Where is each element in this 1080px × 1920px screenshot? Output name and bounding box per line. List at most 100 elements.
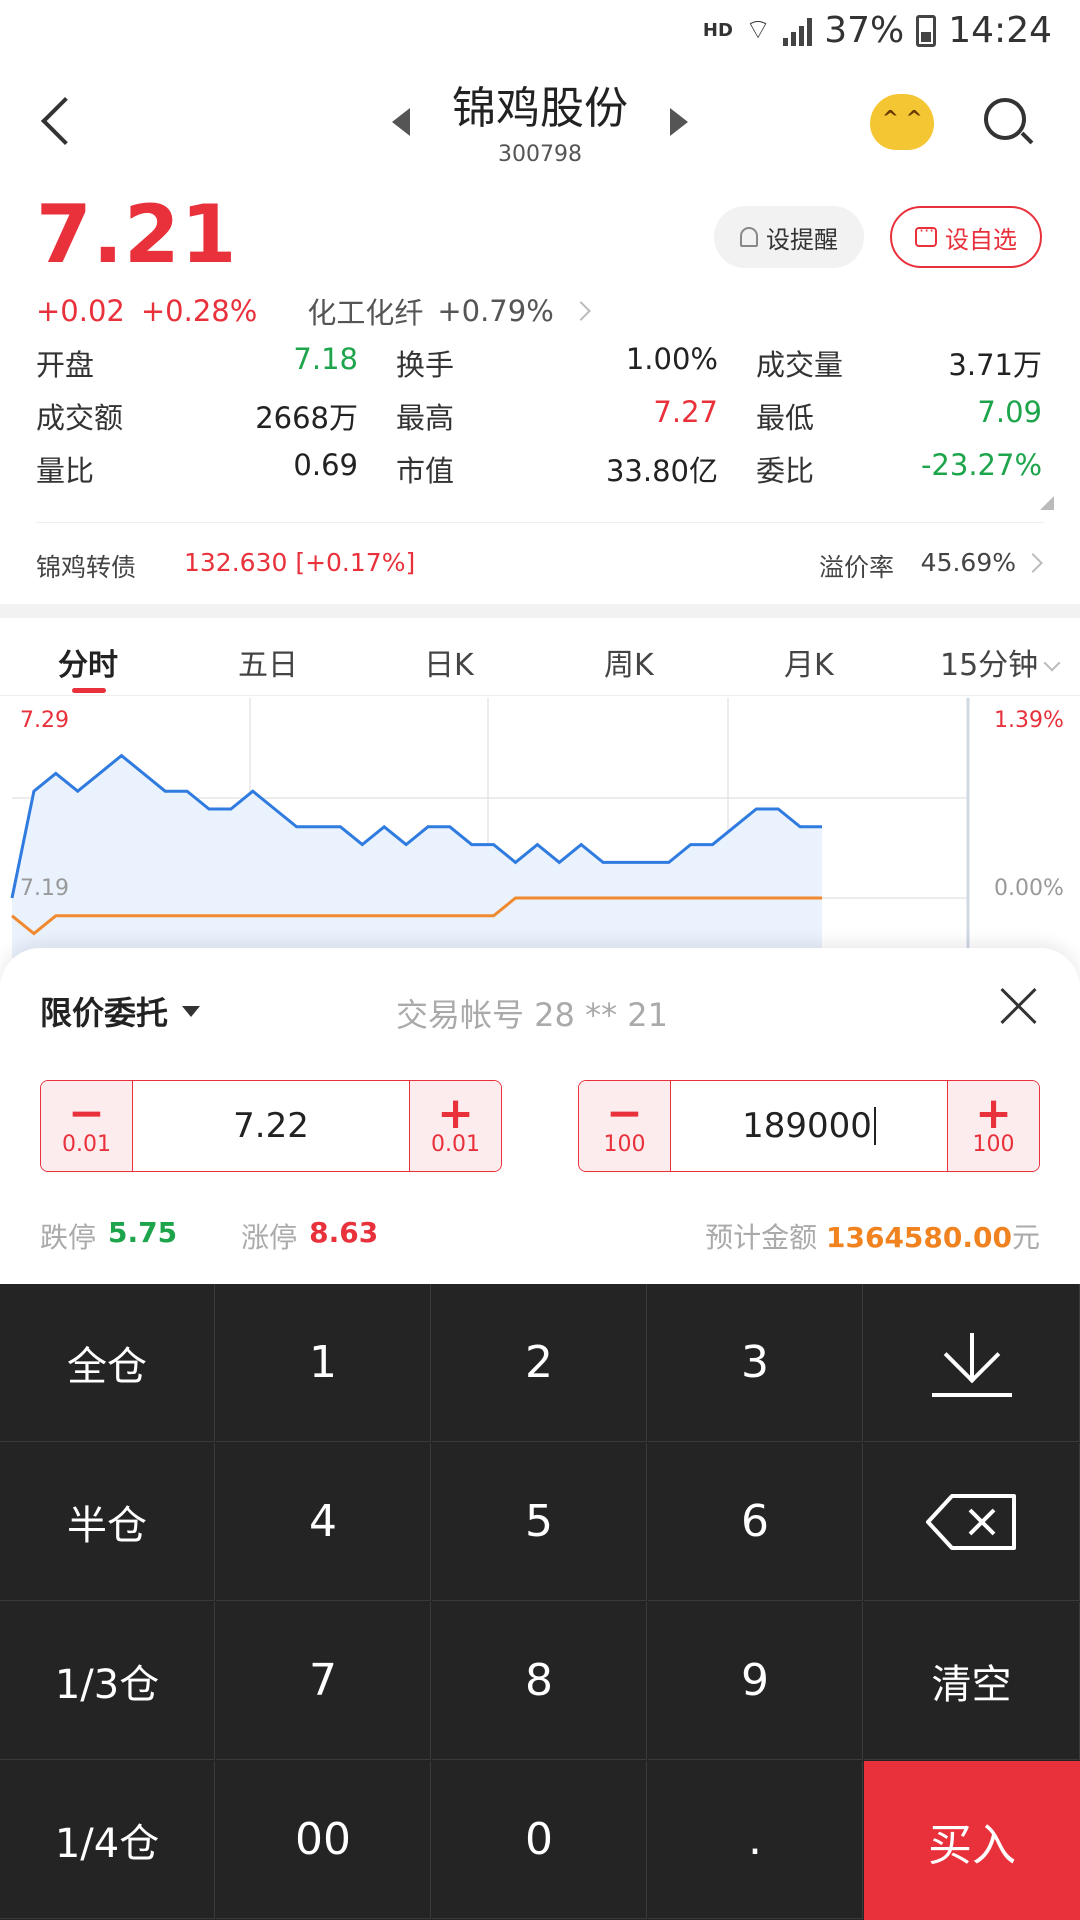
hide-keyboard-button[interactable]: [864, 1284, 1080, 1442]
chevron-right-icon: [570, 301, 591, 321]
minus-icon: −: [606, 1087, 643, 1139]
key-2[interactable]: 2: [432, 1284, 647, 1442]
stat-value: 33.80亿: [605, 454, 718, 488]
key-5[interactable]: 5: [432, 1443, 647, 1601]
backspace-icon: [924, 1492, 1020, 1552]
tab-five-day[interactable]: 五日: [238, 640, 298, 684]
qty-step-label: 100: [972, 1131, 1015, 1157]
key-dot[interactable]: .: [648, 1761, 863, 1919]
price-step-label: 0.01: [62, 1131, 111, 1157]
clock: 14:24: [948, 10, 1052, 51]
estimate-label: 预计金额: [705, 1221, 818, 1254]
stat-market-cap: 市值 33.80亿: [396, 448, 756, 501]
price-change: +0.02: [36, 294, 125, 328]
qty-decrement-button[interactable]: − 100: [579, 1081, 671, 1171]
account-number: 交易帐号 28 ** 21: [396, 996, 668, 1034]
key-third-position[interactable]: 1/3仓: [0, 1602, 215, 1760]
key-9[interactable]: 9: [648, 1602, 863, 1760]
stat-value: 1.00%: [625, 342, 718, 376]
caret-down-icon: [182, 1005, 201, 1017]
tab-daily-k[interactable]: 日K: [424, 640, 474, 684]
next-stock-icon[interactable]: [670, 108, 688, 136]
limit-down-label: 跌停: [40, 1221, 97, 1254]
quantity-stepper: − 100 189000 + 100: [578, 1080, 1040, 1172]
backspace-button[interactable]: [864, 1443, 1080, 1601]
quantity-input[interactable]: 189000: [671, 1081, 947, 1171]
set-alert-label: 设提醒: [766, 225, 838, 254]
set-alert-button[interactable]: 设提醒: [714, 206, 864, 268]
estimated-amount: 预计金额 1364580.00元: [705, 1216, 1040, 1256]
price-limits: 跌停 5.75 涨停 8.63: [40, 1216, 378, 1256]
section-gap: [0, 604, 1080, 618]
limit-down-value[interactable]: 5.75: [108, 1216, 177, 1256]
y-axis-mid-label: 7.19: [20, 876, 69, 901]
key-0[interactable]: 0: [432, 1761, 647, 1919]
key-4[interactable]: 4: [216, 1443, 431, 1601]
stat-label: 最高: [396, 401, 455, 435]
key-6[interactable]: 6: [648, 1443, 863, 1601]
stats-grid: 开盘 7.18 换手 1.00% 成交量 3.71万 成交额 2668万 最高 7.27 …: [36, 342, 1042, 501]
chevron-right-icon: [1023, 553, 1043, 573]
expand-corner-icon[interactable]: [1040, 496, 1054, 510]
stat-volume: 成交量 3.71万: [756, 342, 1042, 395]
stat-turnover: 换手 1.00%: [396, 342, 756, 395]
stat-volume-ratio: 量比 0.69: [36, 448, 396, 501]
stat-label: 开盘: [36, 348, 95, 382]
limit-up-value[interactable]: 8.63: [309, 1216, 378, 1256]
quantity-input-value: 189000: [742, 1106, 872, 1146]
premium-label: 溢价率: [818, 553, 894, 582]
add-favorite-button[interactable]: 设自选: [890, 206, 1042, 268]
status-bar: HD ⌔ 37% 14:24: [0, 0, 1080, 64]
sector-pct: +0.79%: [437, 294, 554, 328]
order-type-dropdown[interactable]: 限价委托: [40, 988, 201, 1034]
key-1[interactable]: 1: [216, 1284, 431, 1442]
price-input[interactable]: 7.22: [133, 1081, 409, 1171]
y-axis-high-label: 7.29: [20, 708, 69, 733]
stat-value: 7.27: [653, 395, 718, 429]
sector-name: 化工化纤: [307, 296, 424, 330]
intraday-chart[interactable]: 7.29 7.19 1.39% 0.00%: [0, 698, 1080, 958]
price-step-label: 0.01: [431, 1131, 480, 1157]
premium-value: 45.69%: [920, 548, 1016, 577]
key-7[interactable]: 7: [216, 1602, 431, 1760]
qty-increment-button[interactable]: + 100: [947, 1081, 1039, 1171]
price-area-fill: [12, 755, 822, 958]
tab-15min-label: 15分钟: [940, 648, 1039, 683]
convertible-bond-row[interactable]: 锦鸡转债 132.630 [+0.17%] 溢价率 45.69%: [36, 548, 1044, 584]
sector-link[interactable]: 化工化纤 +0.79%: [307, 290, 591, 332]
stat-high: 最高 7.27: [396, 395, 756, 448]
price-input-value: 7.22: [233, 1106, 309, 1146]
chart-tabs: 分时 五日 日K 周K 月K 15分钟: [0, 618, 1080, 696]
price-increment-button[interactable]: + 0.01: [409, 1081, 501, 1171]
limit-up-label: 涨停: [241, 1221, 298, 1254]
plus-icon: +: [975, 1087, 1012, 1139]
key-quarter-position[interactable]: 1/4仓: [0, 1761, 215, 1919]
mascot-icon[interactable]: [870, 94, 934, 150]
key-8[interactable]: 8: [432, 1602, 647, 1760]
stat-value: 2668万: [255, 401, 358, 435]
chevron-down-icon: [1043, 654, 1061, 672]
tab-monthly-k[interactable]: 月K: [784, 640, 834, 684]
signal-icon: [783, 16, 813, 46]
clear-button[interactable]: 清空: [864, 1602, 1080, 1760]
order-panel: 限价委托 交易帐号 28 ** 21 − 0.01 7.22 + 0.01 − …: [0, 948, 1080, 1288]
key-full-position[interactable]: 全仓: [0, 1284, 215, 1442]
stat-label: 委比: [756, 454, 815, 488]
key-3[interactable]: 3: [648, 1284, 863, 1442]
search-icon[interactable]: [984, 98, 1034, 146]
buy-button[interactable]: 买入: [864, 1761, 1080, 1920]
tab-intraday[interactable]: 分时: [58, 640, 118, 684]
number-keypad: 全仓 1 2 3 半仓 4 5 6 1/3仓 7 8 9 清空 1/4仓 00 …: [0, 1284, 1080, 1920]
price-decrement-button[interactable]: − 0.01: [41, 1081, 133, 1171]
price-change-pct: +0.28%: [140, 294, 258, 328]
key-00[interactable]: 00: [216, 1761, 431, 1919]
bell-icon: [740, 227, 758, 247]
battery-percent: 37%: [824, 10, 905, 51]
tab-15min[interactable]: 15分钟: [940, 640, 1061, 684]
wifi-icon: ⌔: [744, 13, 772, 46]
tab-weekly-k[interactable]: 周K: [604, 640, 654, 684]
battery-icon: [916, 14, 937, 47]
close-icon[interactable]: [998, 984, 1040, 1026]
stat-label: 最低: [756, 401, 815, 435]
key-half-position[interactable]: 半仓: [0, 1443, 215, 1601]
